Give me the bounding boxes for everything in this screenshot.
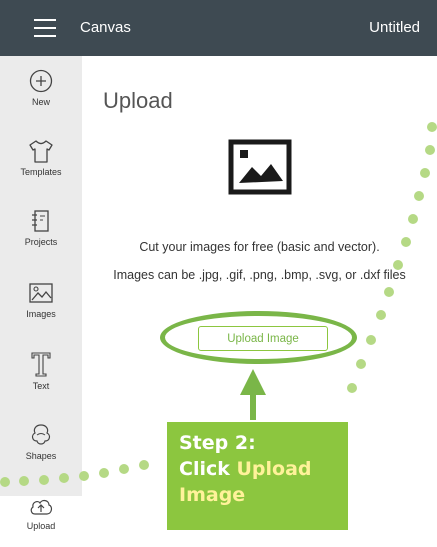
- callout-step-label: Step 2:: [179, 432, 256, 454]
- step-callout: Step 2: Click Upload Image: [165, 420, 350, 532]
- callout-highlight-text: Image: [179, 484, 246, 506]
- callout-instruction: Click Upload: [179, 456, 348, 482]
- callout-highlight-text: Upload: [236, 458, 312, 480]
- upload-image-button[interactable]: Upload Image: [198, 326, 328, 351]
- callout-text: Click: [179, 458, 237, 480]
